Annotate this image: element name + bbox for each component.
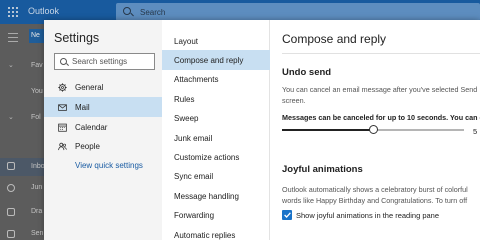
settings-search-input[interactable] xyxy=(72,55,152,68)
chevron-down-icon: ⌄ xyxy=(8,62,14,69)
nav-folders[interactable]: ⌄ Fol xyxy=(0,112,44,126)
nav-favorites-label: Fav xyxy=(31,62,43,69)
subcategory-attachments-label: Attachments xyxy=(174,75,219,84)
category-general[interactable]: General xyxy=(44,77,162,97)
settings-dialog: Settings General Mail xyxy=(44,20,480,240)
settings-subcategory-pane: Layout Compose and reply Attachments Rul… xyxy=(162,20,270,240)
subcategory-sweep[interactable]: Sweep xyxy=(162,108,270,128)
subcategory-sync-email[interactable]: Sync email xyxy=(162,166,270,186)
joyful-description-line2: words like Happy Birthday and Congratula… xyxy=(282,196,468,205)
subcategory-layout[interactable]: Layout xyxy=(162,31,270,51)
mail-icon xyxy=(58,104,67,111)
subcategory-rules[interactable]: Rules xyxy=(162,89,270,109)
nav-junk[interactable]: Jun xyxy=(0,182,44,196)
undo-send-description-line1: You can cancel an email message after yo… xyxy=(282,85,478,94)
panel-title: Compose and reply xyxy=(282,32,387,46)
nav-you[interactable]: You xyxy=(0,86,44,100)
calendar-icon xyxy=(58,123,67,132)
joyful-animations-checkbox[interactable] xyxy=(282,210,292,220)
undo-send-slider-value: 5 xyxy=(473,127,478,136)
undo-send-limit-label: Messages can be canceled for up to 10 se… xyxy=(282,113,480,122)
subcategory-sweep-label: Sweep xyxy=(174,114,199,123)
category-people[interactable]: People xyxy=(44,136,162,156)
nav-drafts[interactable]: Dra xyxy=(0,206,44,220)
nav-inbox-label: Inbo xyxy=(31,163,45,170)
app-title: Outlook xyxy=(28,6,60,16)
nav-inbox[interactable]: Inbo xyxy=(0,158,45,176)
nav-you-label: You xyxy=(31,88,43,95)
subcategory-customize-actions-label: Customize actions xyxy=(174,153,240,162)
subcategory-automatic-replies[interactable]: Automatic replies xyxy=(162,225,270,240)
joyful-animations-heading: Joyful animations xyxy=(282,164,363,175)
undo-send-slider[interactable] xyxy=(282,125,464,135)
joyful-animations-checkbox-label: Show joyful animations in the reading pa… xyxy=(296,211,440,220)
outlook-search-bar[interactable]: Search xyxy=(116,3,480,21)
panel-divider xyxy=(282,53,480,54)
subcategory-sync-email-label: Sync email xyxy=(174,172,214,181)
nav-sent[interactable]: Sen xyxy=(0,228,44,240)
category-mail-label: Mail xyxy=(75,103,90,112)
settings-title: Settings xyxy=(54,31,100,45)
subcategory-junk-email[interactable]: Junk email xyxy=(162,128,270,148)
subcategory-layout-label: Layout xyxy=(174,37,199,46)
subcategory-forwarding-label: Forwarding xyxy=(174,211,215,220)
gear-icon xyxy=(58,83,67,92)
people-icon xyxy=(58,142,67,151)
settings-category-pane: Settings General Mail xyxy=(44,20,162,240)
subcategory-message-handling[interactable]: Message handling xyxy=(162,186,270,206)
nav-sent-label: Sen xyxy=(31,230,44,237)
outlook-search-label: Search xyxy=(140,8,166,17)
subcategory-automatic-replies-label: Automatic replies xyxy=(174,231,236,240)
undo-send-heading: Undo send xyxy=(282,67,332,78)
nav-drafts-label: Dra xyxy=(31,208,43,215)
junk-icon xyxy=(7,184,15,192)
checkmark-icon xyxy=(283,212,291,218)
category-people-label: People xyxy=(75,142,100,151)
chevron-down-icon: ⌄ xyxy=(8,114,14,121)
new-message-button[interactable]: Ne xyxy=(29,29,45,43)
settings-search-box[interactable] xyxy=(54,53,155,70)
drafts-icon xyxy=(7,208,15,216)
settings-detail-pane: Compose and reply Undo send You can canc… xyxy=(270,20,480,240)
category-mail[interactable]: Mail xyxy=(44,97,162,117)
subcategory-rules-label: Rules xyxy=(174,95,195,104)
subcategory-compose-and-reply[interactable]: Compose and reply xyxy=(162,50,270,70)
slider-thumb[interactable] xyxy=(368,125,378,134)
category-general-label: General xyxy=(75,83,104,92)
search-icon xyxy=(60,57,67,65)
hamburger-menu-icon[interactable] xyxy=(8,33,18,44)
subcategory-forwarding[interactable]: Forwarding xyxy=(162,205,270,225)
subcategory-junk-email-label: Junk email xyxy=(174,134,213,143)
nav-folders-label: Fol xyxy=(31,114,41,121)
folder-pane: Ne ⌄ Fav You ⌄ Fol Inbo Jun Dra Sen xyxy=(0,24,45,240)
subcategory-attachments[interactable]: Attachments xyxy=(162,69,270,89)
nav-junk-label: Jun xyxy=(31,184,43,191)
category-calendar[interactable]: Calendar xyxy=(44,117,162,137)
category-calendar-label: Calendar xyxy=(75,123,108,132)
undo-send-description-line2: screen. xyxy=(282,96,306,105)
subcategory-compose-and-reply-label: Compose and reply xyxy=(174,56,244,65)
search-icon xyxy=(123,7,131,15)
slider-fill xyxy=(282,129,373,131)
subcategory-message-handling-label: Message handling xyxy=(174,192,239,201)
nav-favorites[interactable]: ⌄ Fav xyxy=(0,60,44,74)
sent-icon xyxy=(7,230,15,238)
view-quick-settings-link[interactable]: View quick settings xyxy=(75,161,143,170)
app-launcher-icon[interactable] xyxy=(8,7,18,17)
joyful-description-line1: Outlook automatically shows a celebrator… xyxy=(282,185,468,194)
inbox-icon xyxy=(7,162,15,170)
subcategory-customize-actions[interactable]: Customize actions xyxy=(162,147,270,167)
